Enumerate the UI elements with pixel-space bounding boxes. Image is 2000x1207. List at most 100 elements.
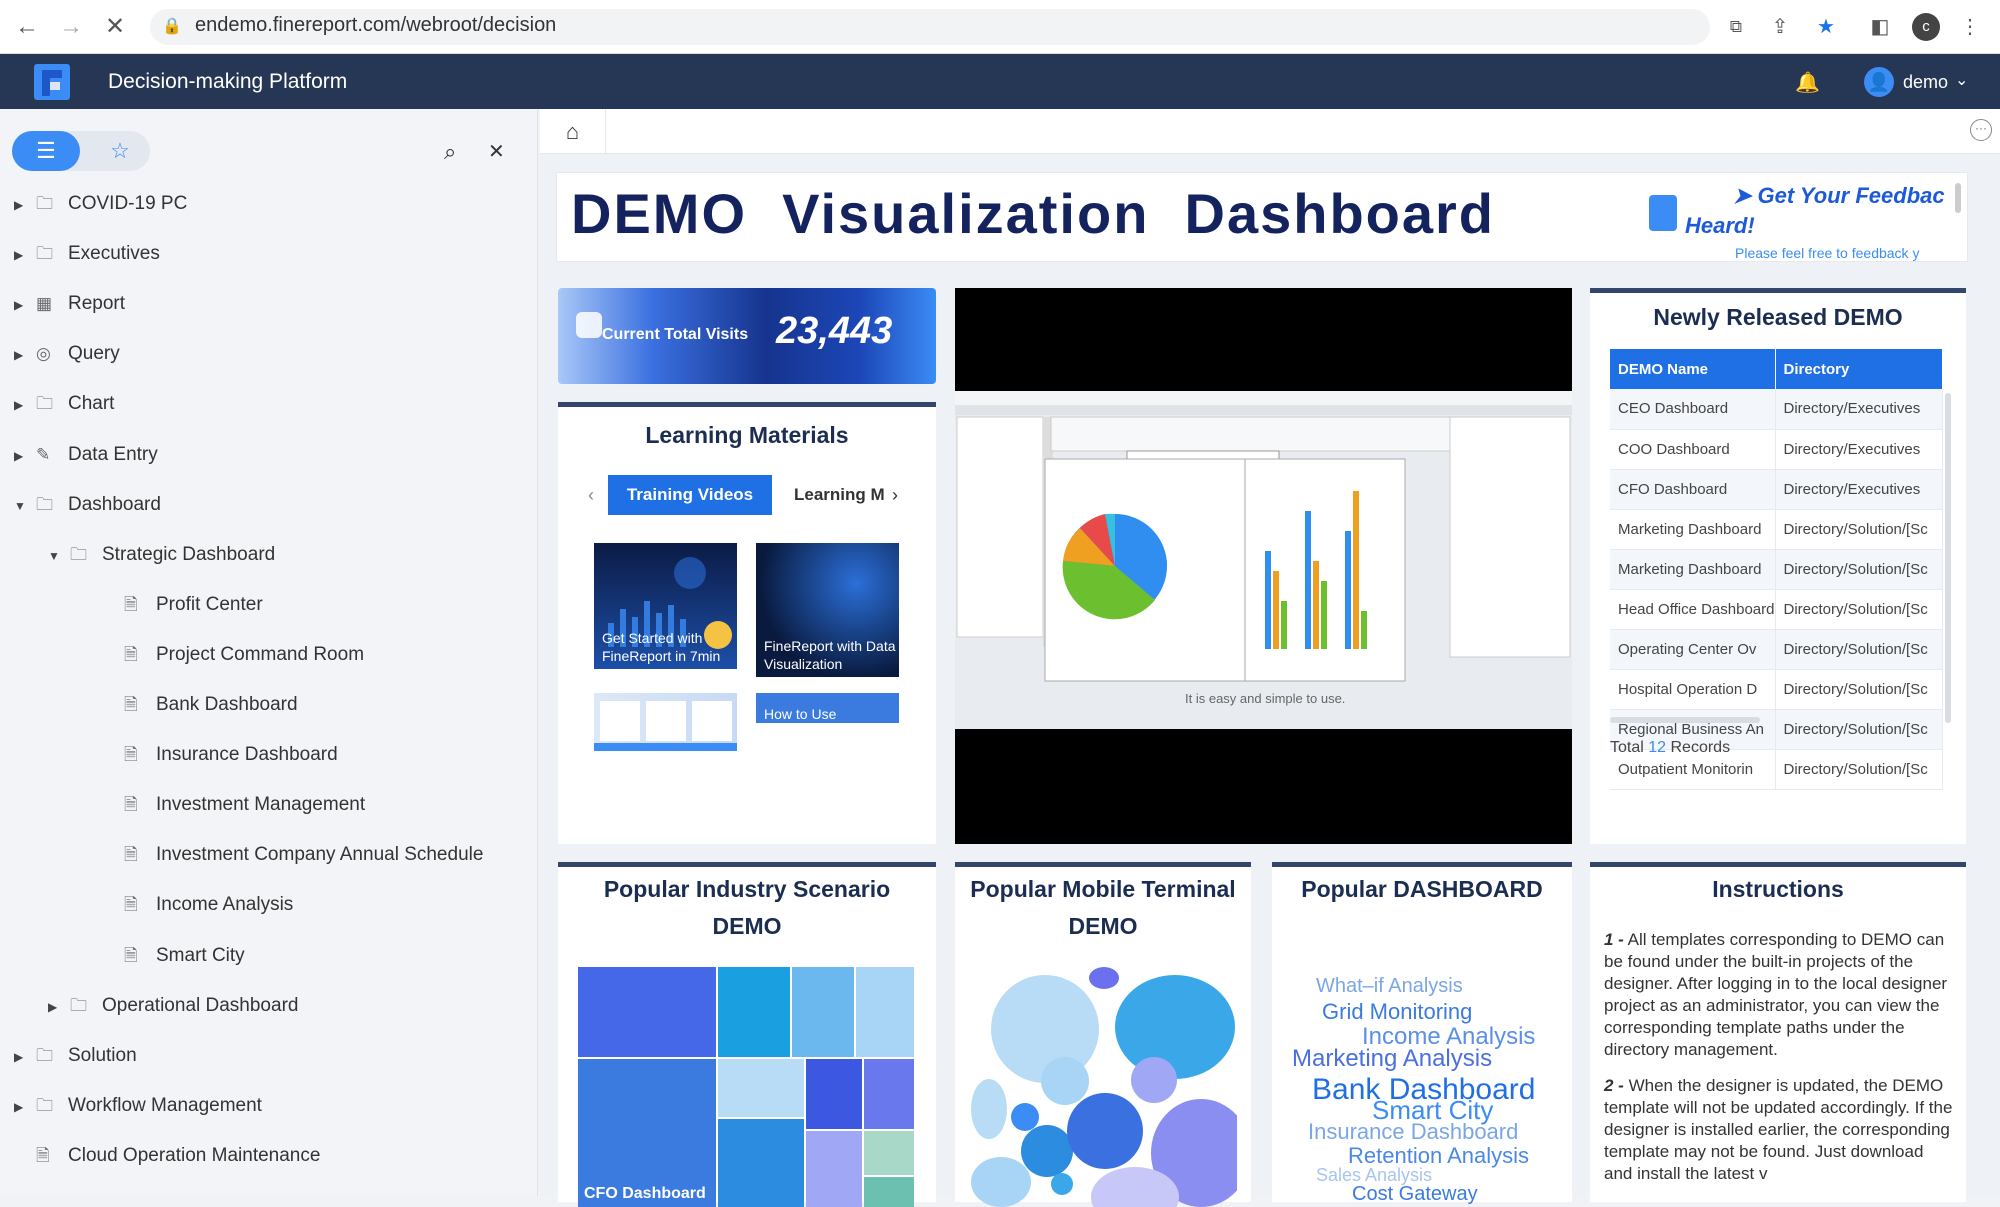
user-avatar-icon[interactable]: 👤 (1864, 67, 1894, 97)
table-row[interactable]: Hospital Operation D Directory/Solution/[… (1610, 669, 1943, 710)
chevron-left-icon[interactable]: ‹ (588, 485, 594, 506)
back-icon[interactable]: ← (12, 12, 42, 42)
caret-right-icon[interactable]: ▶ (14, 1042, 36, 1072)
word-cloud-term[interactable]: Marketing Analysis (1292, 1045, 1492, 1073)
directory-cell[interactable]: Directory/Solution/[Sc (1775, 749, 1943, 790)
bubble[interactable] (1051, 1173, 1073, 1195)
column-header-directory[interactable]: Directory (1775, 349, 1943, 389)
demo-name-cell[interactable]: COO Dashboard (1610, 429, 1776, 470)
directory-cell[interactable]: Directory/Solution/[Sc (1775, 669, 1943, 710)
sidebar-item[interactable]: 🗎 Cloud Operation Maintenance (14, 1141, 320, 1171)
directory-cell[interactable]: Directory/Solution/[Sc (1775, 509, 1943, 550)
caret-right-icon[interactable]: ▶ (48, 992, 70, 1022)
sidebar-item[interactable]: ▶ ◎ Query (14, 339, 120, 369)
word-cloud-term[interactable]: Insurance Dashboard (1308, 1119, 1518, 1145)
tab-training-videos[interactable]: Training Videos (608, 475, 772, 515)
bubble[interactable] (1131, 1057, 1177, 1103)
banner-scrollbar[interactable] (1955, 183, 1961, 213)
chevron-right-icon[interactable]: › (892, 485, 898, 506)
demo-name-cell[interactable]: CFO Dashboard (1610, 469, 1776, 510)
sidebar-item[interactable]: ▶ 🗀 Solution (14, 1041, 137, 1071)
video-thumbnail[interactable]: How to Use (756, 693, 899, 723)
word-cloud-term[interactable]: Grid Monitoring (1322, 999, 1472, 1025)
sidebar-item[interactable]: 🗎 Smart City (82, 941, 245, 971)
video-thumbnail[interactable] (594, 693, 737, 751)
sidebar-item[interactable]: ▶ 🗀 Executives (14, 239, 160, 269)
table-row[interactable]: COO Dashboard Directory/Executives (1610, 429, 1943, 470)
demo-name-cell[interactable]: CEO Dashboard (1610, 389, 1776, 430)
caret-right-icon[interactable]: ▶ (14, 240, 36, 270)
table-row[interactable]: CFO Dashboard Directory/Executives (1610, 469, 1943, 510)
caret-right-icon[interactable]: ▶ (14, 340, 36, 370)
directory-cell[interactable]: Directory/Executives (1775, 429, 1943, 470)
directory-cell[interactable]: Directory/Solution/[Sc (1775, 629, 1943, 670)
treemap-tile[interactable] (792, 967, 854, 1057)
sidebar-item[interactable]: 🗎 Bank Dashboard (82, 690, 298, 720)
demo-name-cell[interactable]: Hospital Operation D (1610, 669, 1776, 710)
word-cloud-term[interactable]: Cost Gateway (1352, 1183, 1478, 1206)
demo-name-cell[interactable]: Marketing Dashboard (1610, 509, 1776, 550)
sidebar-item[interactable]: 🗎 Project Command Room (82, 640, 364, 670)
tab-learning-materials[interactable]: Learning M (794, 485, 886, 505)
table-row[interactable]: Operating Center Ov Directory/Solution/[S… (1610, 629, 1943, 670)
directory-cell[interactable]: Directory/Solution/[Sc (1775, 589, 1943, 630)
directory-cell[interactable]: Directory/Executives (1775, 469, 1943, 510)
treemap-tile[interactable] (864, 1131, 914, 1175)
treemap-tile[interactable] (718, 1059, 804, 1117)
table-row[interactable]: Head Office Dashboard Directory/Solution/… (1610, 589, 1943, 630)
feedback-line-1[interactable]: ➤ Get Your Feedbac (1733, 183, 1945, 209)
sidebar-item[interactable]: ▶ 🗀 COVID-19 PC (14, 189, 187, 219)
bookmark-star-icon[interactable]: ★ (1814, 15, 1838, 39)
home-tab-icon[interactable]: ⌂ (540, 109, 606, 154)
caret-right-icon[interactable]: ▶ (14, 1092, 36, 1122)
sidebar-item[interactable]: 🗎 Investment Management (82, 790, 365, 820)
chevron-down-icon[interactable]: ⌄ (1955, 70, 1968, 90)
caret-right-icon[interactable]: ▶ (14, 441, 36, 471)
side-panel-icon[interactable]: ◧ (1868, 15, 1892, 39)
stop-loading-icon[interactable]: ✕ (100, 12, 130, 42)
video-player[interactable]: It is easy and simple to use. (955, 288, 1572, 844)
sidebar-item[interactable]: ▶ 🗀 Operational Dashboard (48, 991, 298, 1021)
directory-cell[interactable]: Directory/Solution/[Sc (1775, 709, 1943, 750)
bubble[interactable] (971, 1157, 1031, 1207)
browser-menu-icon[interactable]: ⋮ (1958, 15, 1982, 39)
url-text[interactable]: endemo.finereport.com/webroot/decision (195, 14, 556, 37)
bubble[interactable] (971, 1079, 1007, 1139)
forward-icon[interactable]: → (56, 12, 86, 42)
bell-icon[interactable]: 🔔 (1795, 70, 1820, 95)
sidebar-item[interactable]: ▶ 🗀 Workflow Management (14, 1091, 262, 1121)
treemap-tile[interactable]: CFO Dashboard (578, 1059, 716, 1207)
unpin-icon[interactable]: ✕ (488, 139, 505, 164)
profile-avatar[interactable]: c (1912, 13, 1940, 41)
treemap-tile[interactable] (864, 1177, 914, 1207)
table-horizontal-scrollbar[interactable] (1610, 717, 1760, 723)
demo-name-cell[interactable]: Head Office Dashboard (1610, 589, 1776, 630)
treemap-tile[interactable] (864, 1059, 914, 1129)
treemap-tile[interactable] (806, 1059, 862, 1129)
column-header-demo-name[interactable]: DEMO Name (1610, 349, 1776, 389)
table-row[interactable]: Marketing Dashboard Directory/Solution/[S… (1610, 509, 1943, 550)
bubble[interactable] (1021, 1125, 1073, 1177)
bubble[interactable] (1115, 975, 1235, 1079)
feedback-line-2[interactable]: Heard! (1685, 213, 1755, 239)
sidebar-item[interactable]: ▼ 🗀 Dashboard (14, 490, 161, 520)
table-scrollbar[interactable] (1945, 393, 1951, 723)
sidebar-item[interactable]: 🗎 Investment Company Annual Schedule (82, 840, 483, 870)
treemap-tile[interactable] (578, 967, 716, 1057)
caret-right-icon[interactable]: ▶ (14, 190, 36, 220)
user-name[interactable]: demo (1903, 72, 1948, 93)
sidebar-item[interactable]: ▶ ▦ Report (14, 289, 125, 319)
word-cloud-term[interactable]: What–if Analysis (1316, 975, 1463, 998)
video-thumbnail[interactable]: Get Started with FineReport in 7min (594, 543, 737, 669)
table-row[interactable]: CEO Dashboard Directory/Executives (1610, 389, 1943, 430)
caret-down-icon[interactable]: ▼ (48, 541, 70, 571)
sidebar-item[interactable]: 🗎 Profit Center (82, 590, 263, 620)
treemap-tile[interactable] (718, 1119, 804, 1207)
sidebar-item[interactable]: ▶ 🗀 Chart (14, 389, 114, 419)
sidebar-item[interactable]: 🗎 Insurance Dashboard (82, 740, 338, 770)
more-options-icon[interactable]: ··· (1970, 119, 1992, 141)
sidebar-item[interactable]: 🗎 Income Analysis (82, 890, 293, 920)
bubble[interactable] (1067, 1093, 1143, 1169)
table-row[interactable]: Marketing Dashboard Directory/Solution/[S… (1610, 549, 1943, 590)
favorites-star-icon[interactable]: ☆ (90, 131, 150, 171)
